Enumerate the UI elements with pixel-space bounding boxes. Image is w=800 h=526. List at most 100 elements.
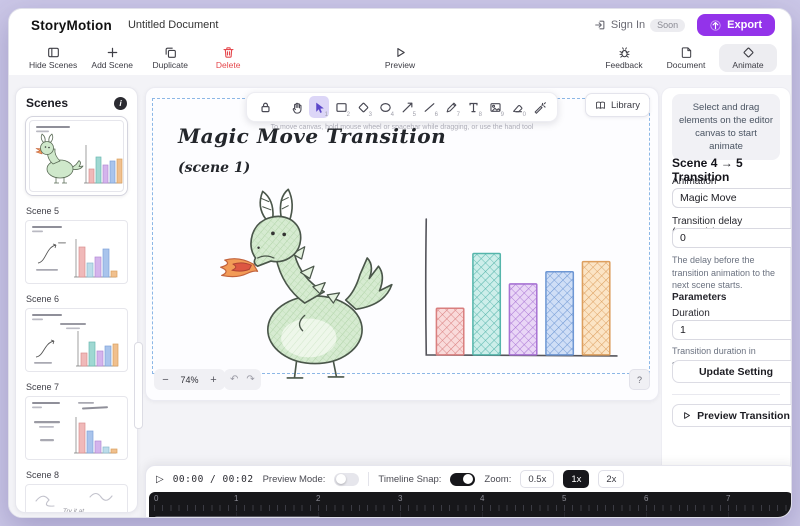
editor-canvas[interactable]: 1 2 3 4 5 6 7 8 9 0 Library To move canv… — [145, 87, 659, 401]
scene-8-item[interactable]: Try it at StoryMotion.video — [25, 484, 128, 513]
scenes-title: Scenes — [26, 96, 68, 110]
ruler-ticks — [154, 505, 792, 511]
soon-badge: Soon — [650, 19, 685, 32]
preview-transition-button[interactable]: Preview Transition — [672, 404, 792, 427]
sign-in-button[interactable]: Sign In Soon — [594, 19, 685, 32]
ruler-0: 0 — [154, 494, 158, 503]
draw-tool[interactable]: 7 — [441, 96, 461, 118]
stroke-wiggle-track[interactable]: stroke-wiggle 2.01s — [154, 516, 321, 518]
export-button[interactable]: Export — [697, 14, 775, 36]
animation-select[interactable]: Magic Move — [672, 188, 792, 208]
delete-button[interactable]: Delete — [199, 44, 257, 72]
preview-mode-label: Preview Mode: — [263, 474, 326, 485]
line-tool[interactable]: 6 — [419, 96, 439, 118]
outro-line-1: Try it at — [63, 508, 85, 513]
add-scene-label: Add Scene — [91, 60, 133, 70]
hide-scenes-button[interactable]: Hide Scenes — [23, 44, 83, 72]
duplicate-button[interactable]: Duplicate — [141, 44, 199, 72]
transition-panel: Select and drag elements on the editor c… — [661, 87, 791, 491]
lock-tool[interactable] — [255, 96, 275, 118]
diamond-tool[interactable]: 3 — [353, 96, 373, 118]
play-icon — [394, 46, 407, 59]
library-label: Library — [611, 100, 640, 111]
timeline-play-button[interactable]: ▷ — [156, 474, 164, 485]
delete-label: Delete — [216, 60, 241, 70]
document-icon — [680, 46, 693, 59]
plus-icon — [106, 46, 119, 59]
redo-button[interactable]: ↷ — [246, 374, 254, 385]
ruler-4: 4 — [480, 494, 484, 503]
image-tool[interactable]: 9 — [485, 96, 505, 118]
app-logo: StoryMotion — [31, 18, 112, 33]
timeline-panel: ▷ 00:00 / 00:02 Preview Mode: Timeline S… — [145, 465, 792, 518]
scene-6-thumbnail — [26, 309, 121, 371]
zoom-level[interactable]: 74% — [177, 375, 202, 385]
scene-5-item[interactable] — [25, 220, 128, 284]
undo-button[interactable]: ↶ — [230, 374, 238, 385]
zoom-out-button[interactable]: − — [158, 374, 173, 386]
scene-5-label: Scene 5 — [26, 206, 128, 216]
update-setting-button[interactable]: Update Setting — [672, 360, 792, 383]
ruler-1: 1 — [234, 494, 238, 503]
laser-tool[interactable] — [529, 96, 549, 118]
dragon-drawing[interactable] — [194, 176, 399, 381]
duration-input[interactable] — [672, 320, 792, 340]
eraser-icon — [511, 101, 524, 114]
timeline-time: 00:00 / 00:02 — [173, 474, 254, 485]
timeline-zoom-0.5x[interactable]: 0.5x — [520, 470, 554, 488]
hand-tool[interactable] — [287, 96, 307, 118]
canvas-subtitle-text[interactable]: (scene 1) — [178, 160, 250, 176]
sidebar-scrollbar[interactable] — [134, 342, 143, 429]
info-icon[interactable]: i — [114, 97, 127, 110]
sign-in-label: Sign In — [611, 19, 645, 31]
sign-in-icon — [594, 19, 606, 31]
animate-label: Animate — [732, 60, 763, 70]
sketch-bar-chart[interactable] — [408, 210, 623, 368]
eraser-tool[interactable]: 0 — [507, 96, 527, 118]
scene-7-thumbnail — [26, 397, 121, 459]
export-label: Export — [727, 19, 762, 31]
scene-6-item[interactable] — [25, 308, 128, 372]
library-book-icon — [595, 100, 606, 111]
timeline-toolbar: ▷ 00:00 / 00:02 Preview Mode: Timeline S… — [146, 466, 792, 492]
timeline-zoom-1x[interactable]: 1x — [563, 470, 589, 488]
scene-7-item[interactable] — [25, 396, 128, 460]
diamond-icon — [742, 46, 755, 59]
document-button[interactable]: Document — [657, 44, 715, 72]
cursor-icon — [313, 101, 326, 114]
text-tool[interactable]: 8 — [463, 96, 483, 118]
library-button[interactable]: Library — [585, 93, 650, 117]
diamond-shape-icon — [357, 101, 370, 114]
export-icon — [710, 20, 721, 31]
animate-button[interactable]: Animate — [719, 44, 777, 72]
canvas-title-text[interactable]: Magic Move Transition — [178, 124, 446, 148]
select-tool[interactable]: 1 — [309, 96, 329, 118]
canvas-zoom-controls: − 74% + — [154, 369, 225, 390]
header: StoryMotion Untitled Document Sign In So… — [9, 9, 791, 42]
add-scene-button[interactable]: Add Scene — [83, 44, 141, 72]
hide-scenes-label: Hide Scenes — [29, 60, 77, 70]
history-controls: ↶ ↷ — [224, 369, 261, 390]
delay-input[interactable] — [672, 228, 792, 248]
preview-button[interactable]: Preview — [371, 44, 429, 72]
canvas-toolbar: 1 2 3 4 5 6 7 8 9 0 — [246, 92, 558, 122]
ruler-5: 5 — [562, 494, 566, 503]
arrow-icon — [401, 101, 414, 114]
arrow-tool[interactable]: 5 — [397, 96, 417, 118]
trash-icon — [222, 46, 235, 59]
canvas-help-button[interactable]: ? — [629, 369, 650, 390]
document-name[interactable]: Untitled Document — [128, 19, 219, 31]
timeline-track-area[interactable]: 0 1 2 3 4 5 6 7 stroke-wiggle 2.01s — [149, 492, 792, 518]
preview-mode-toggle[interactable] — [334, 473, 359, 486]
timeline-zoom-2x[interactable]: 2x — [598, 470, 624, 488]
scenes-panel: Scenes i — [15, 87, 138, 513]
main-toolbar: Hide Scenes Add Scene Duplicate Delete P… — [9, 41, 791, 76]
timeline-snap-toggle[interactable] — [450, 473, 475, 486]
feedback-button[interactable]: Feedback — [595, 44, 653, 72]
bug-icon — [618, 46, 631, 59]
ellipse-tool[interactable]: 4 — [375, 96, 395, 118]
rectangle-tool[interactable]: 2 — [331, 96, 351, 118]
scene-4-item-selected[interactable] — [25, 116, 128, 196]
zoom-in-button[interactable]: + — [206, 374, 221, 386]
ruler-3: 3 — [398, 494, 402, 503]
